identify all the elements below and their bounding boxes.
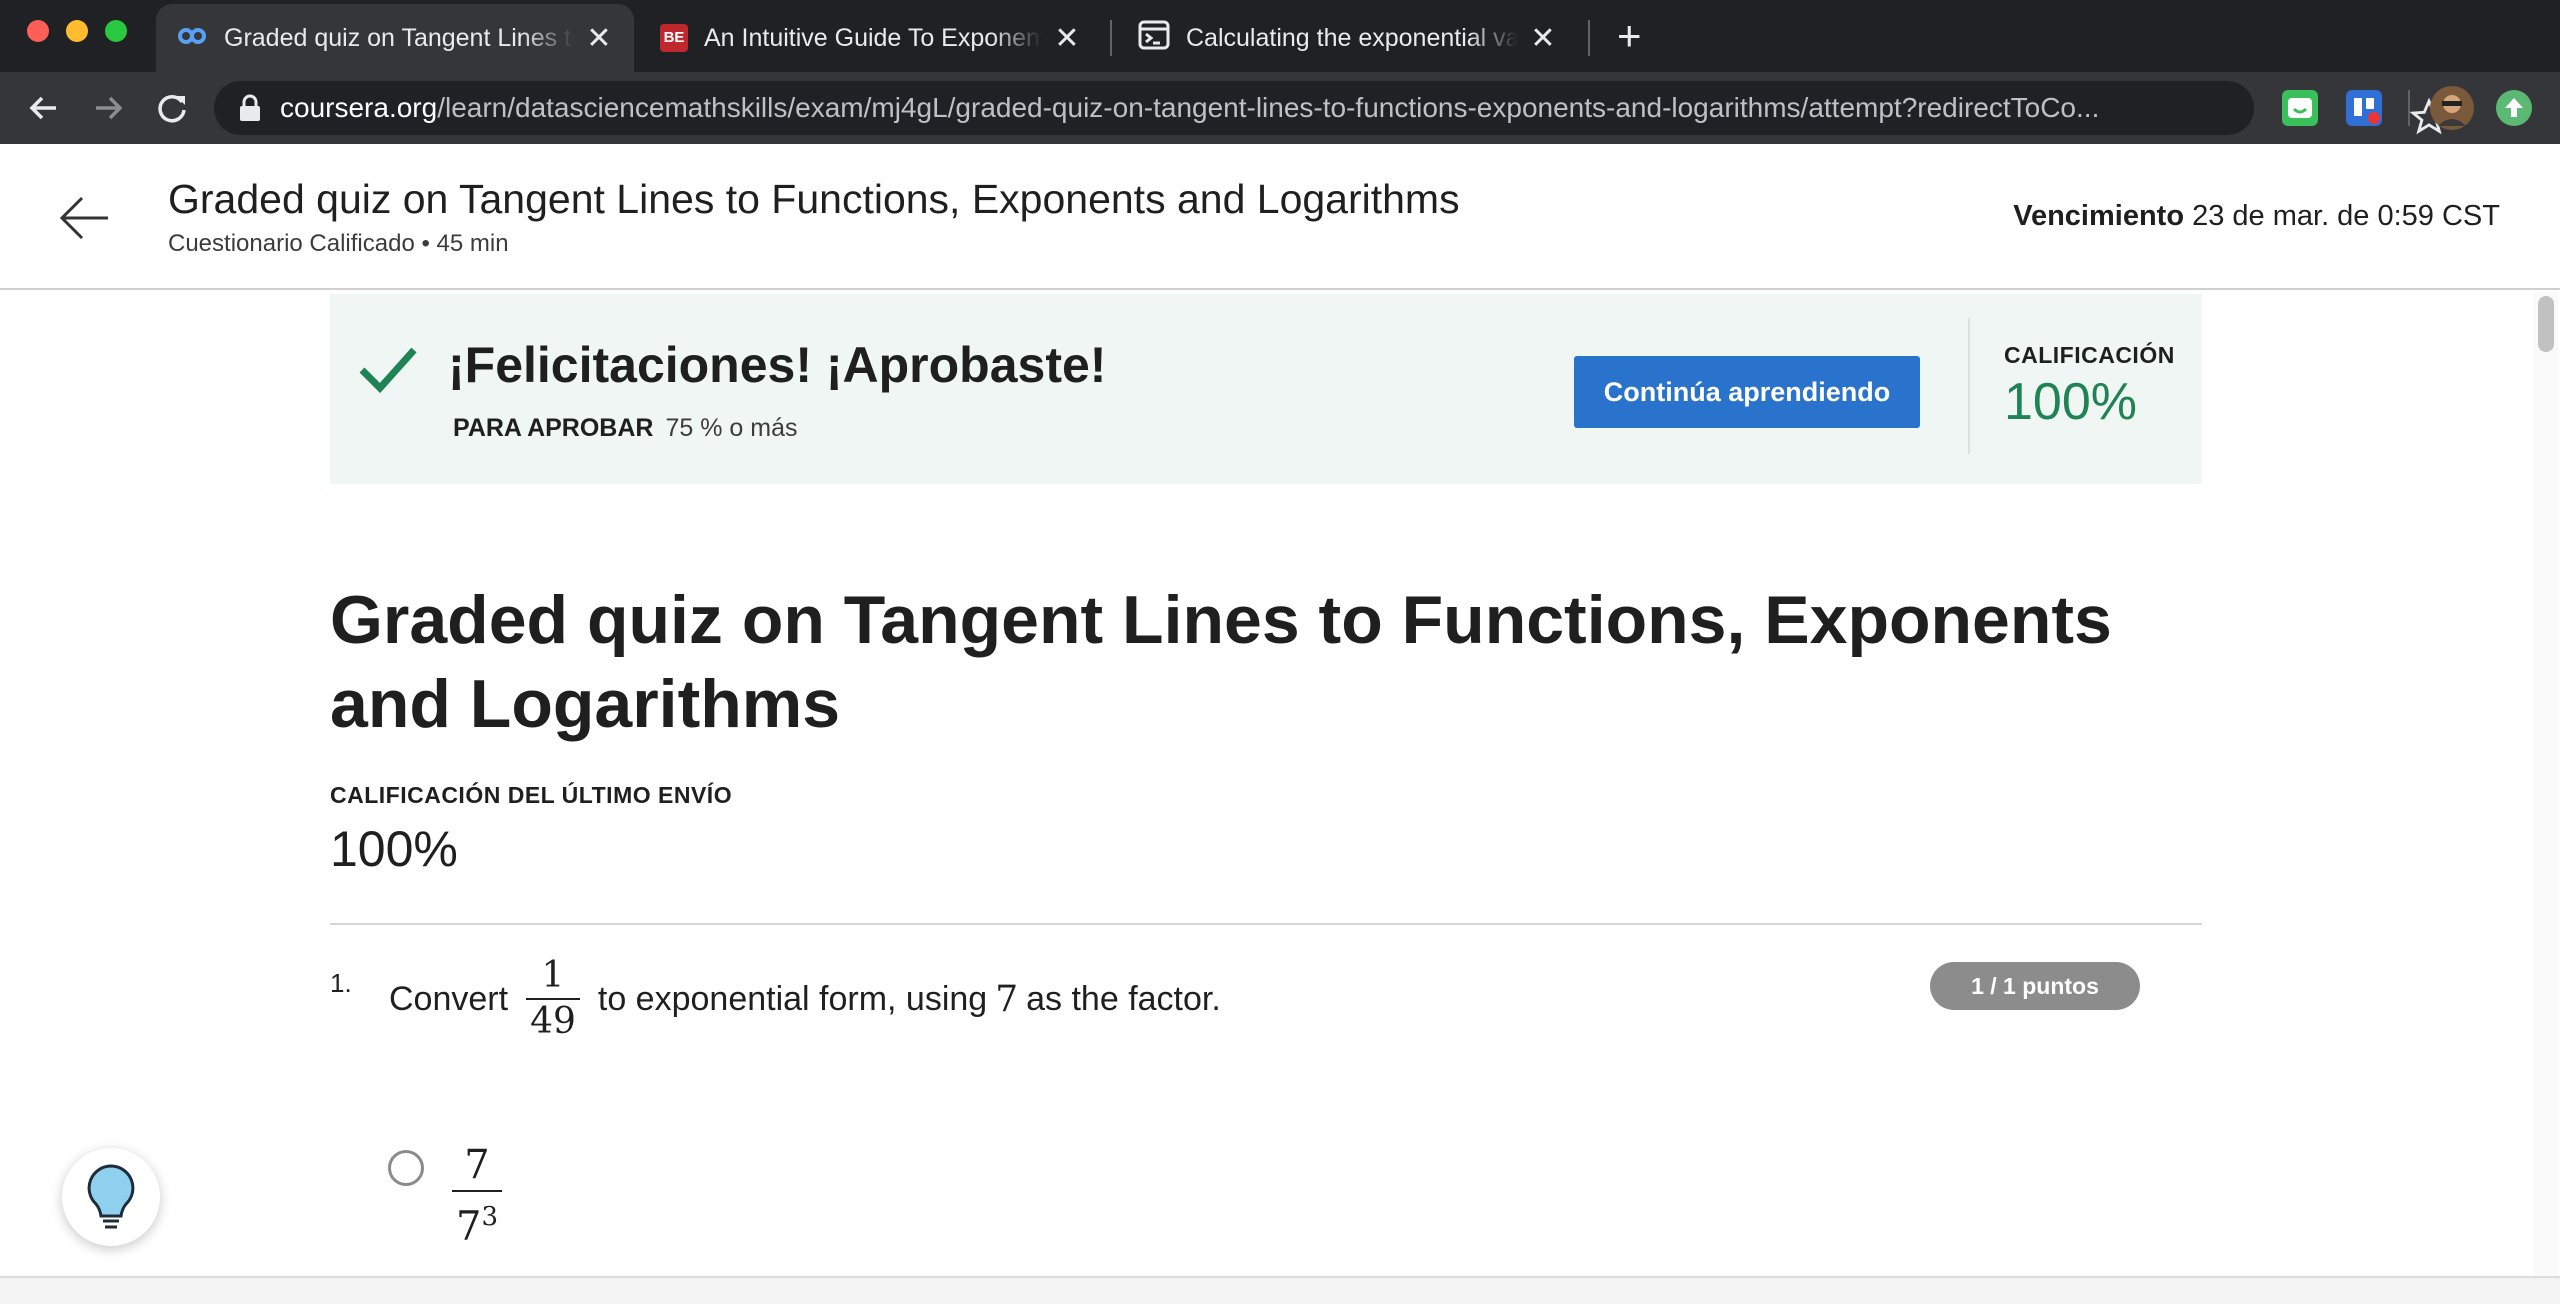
question-text: Convert 1 49 to exponential form, using … <box>389 954 1221 1044</box>
question-number: 1. <box>330 968 352 998</box>
page-title: Graded quiz on Tangent Lines to Function… <box>168 176 1460 222</box>
pass-requirement: PARA APROBAR 75 % o más <box>453 414 798 442</box>
lightbulb-help-button[interactable] <box>62 1148 160 1246</box>
scrollbar[interactable] <box>2534 292 2558 1276</box>
browser-tab-guide[interactable]: BE An Intuitive Guide To Exponential Fun… <box>640 4 1102 72</box>
page-header: Graded quiz on Tangent Lines to Function… <box>0 144 2560 290</box>
url-text: coursera.org/learn/datasciencemathskills… <box>280 92 2100 123</box>
answer-option-fraction[interactable]: 7 73 <box>452 1140 502 1251</box>
back-button[interactable] <box>20 84 68 132</box>
divider <box>330 923 2202 925</box>
close-tab-icon[interactable]: ✕ <box>584 21 614 56</box>
update-arrow-icon[interactable] <box>2496 90 2532 126</box>
avatar[interactable] <box>2430 86 2474 130</box>
grade-value: 100% <box>2004 373 2137 431</box>
lock-icon <box>240 94 260 121</box>
scrollbar-thumb[interactable] <box>2538 296 2554 352</box>
close-window-button[interactable] <box>27 20 49 42</box>
forward-button[interactable] <box>84 84 132 132</box>
grade-label: CALIFICACIÓN <box>2004 342 2175 368</box>
back-arrow-icon[interactable] <box>56 190 112 246</box>
tab-title: Calculating the exponential value <box>1186 23 1518 52</box>
arrow-left-icon <box>29 96 56 120</box>
browser-tab-quiz[interactable]: Graded quiz on Tangent Lines to Function… <box>156 4 634 72</box>
browser-tab-calculating[interactable]: Calculating the exponential value ✕ <box>1118 4 1578 72</box>
reload-button[interactable] <box>148 84 196 132</box>
browser-tab-bar: Graded quiz on Tangent Lines to Function… <box>0 0 2560 72</box>
arrow-right-icon <box>96 96 123 120</box>
tab-separator <box>1588 20 1590 56</box>
toolbar-separator <box>2408 90 2410 126</box>
tab-title: Graded quiz on Tangent Lines to Function… <box>224 23 574 52</box>
due-date: Vencimiento 23 de mar. de 0:59 CST <box>2013 200 2500 232</box>
answer-option-radio[interactable] <box>388 1150 424 1186</box>
points-badge: 1 / 1 puntos <box>1930 962 2140 1010</box>
bottom-edge <box>0 1276 2560 1304</box>
factor-value: 7 <box>995 978 1019 1020</box>
page-subtitle: Cuestionario Calificado • 45 min <box>168 230 509 257</box>
congrats-message: ¡Felicitaciones! ¡Aprobaste! <box>448 337 1107 393</box>
tab-title: An Intuitive Guide To Exponential Functi… <box>704 23 1042 52</box>
quiz-title: Graded quiz on Tangent Lines to Function… <box>330 582 2112 742</box>
extension-trello-icon[interactable] <box>2346 90 2382 126</box>
reload-icon <box>158 94 186 123</box>
checkmark-icon <box>359 347 417 394</box>
continue-learning-button[interactable]: Continúa aprendiendo <box>1574 356 1920 428</box>
close-tab-icon[interactable]: ✕ <box>1528 21 1558 56</box>
minimize-window-button[interactable] <box>66 20 88 42</box>
question-fraction: 1 49 <box>526 954 580 1044</box>
address-bar[interactable]: coursera.org/learn/datasciencemathskills… <box>214 81 2448 135</box>
result-banner: ¡Felicitaciones! ¡Aprobaste! PARA APROBA… <box>330 294 2202 484</box>
terminal-icon <box>1138 20 1170 57</box>
maximize-window-button[interactable] <box>105 20 127 42</box>
coursera-icon <box>176 24 208 53</box>
tab-separator <box>1110 20 1112 56</box>
lightbulb-icon <box>87 1164 135 1229</box>
close-tab-icon[interactable]: ✕ <box>1052 21 1082 56</box>
browser-toolbar: coursera.org/learn/datasciencemathskills… <box>0 72 2560 144</box>
new-tab-button[interactable]: + <box>1617 12 1642 60</box>
banner-divider <box>1968 318 1970 454</box>
betterexplained-icon: BE <box>660 24 688 52</box>
last-grade-label: CALIFICACIÓN DEL ÚLTIMO ENVÍO <box>330 782 733 808</box>
extension-smile-icon[interactable] <box>2282 90 2318 126</box>
last-grade-value: 100% <box>330 821 458 877</box>
